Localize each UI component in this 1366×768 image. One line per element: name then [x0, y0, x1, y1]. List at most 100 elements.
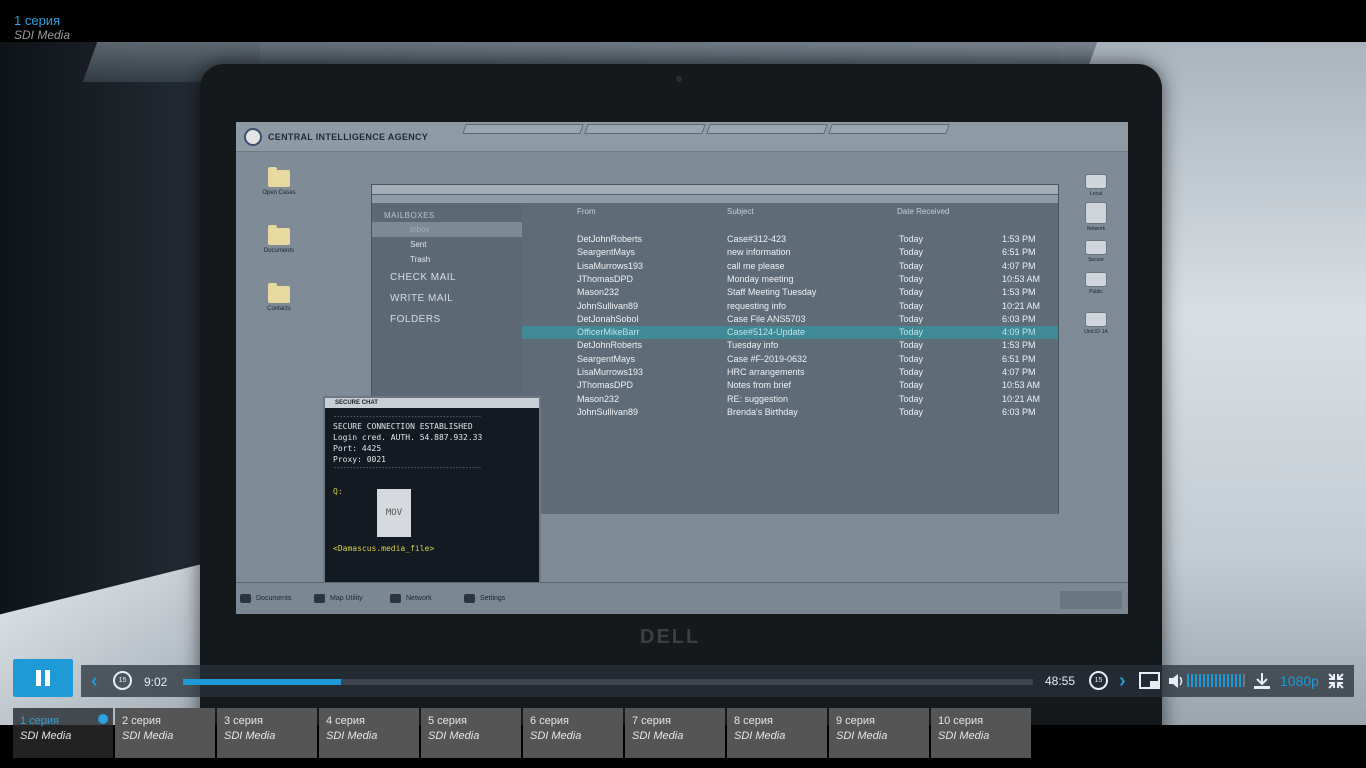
download-icon[interactable] — [1253, 672, 1271, 690]
volume-segment — [1223, 674, 1225, 687]
progress-bar[interactable] — [183, 679, 1033, 685]
volume-icon[interactable] — [1168, 673, 1184, 689]
folders: FOLDERS — [390, 314, 441, 325]
desktop-icon-contacts: Contacts — [254, 283, 304, 312]
episode-item-studio: SDI Media — [938, 730, 990, 742]
drive-icon — [1085, 240, 1107, 255]
right-icon-secure: Secure — [1078, 240, 1114, 263]
mail-row: JohnSullivan89 requesting info Today 10:21 … — [522, 300, 1058, 313]
volume-segment — [1235, 674, 1237, 687]
episode-item-title: 4 серия — [326, 715, 366, 727]
episode-item-title: 10 серия — [938, 715, 984, 727]
mail-row: Mason232 RE: suggestion Today 10:21 AM — [522, 393, 1058, 406]
mail-row: DetJohnRoberts Case#312-423 Today 1:53 PM — [522, 233, 1058, 246]
pause-button[interactable] — [13, 659, 73, 697]
desktop-icon-label: Contacts — [267, 306, 291, 312]
mail-row: DetJonahSobol Case File ANS5703 Today 6:03 … — [522, 313, 1058, 326]
check-mail: CHECK MAIL — [390, 272, 457, 283]
mail-cell-time: 1:53 PM — [1002, 287, 1036, 298]
mailbox-sent: Sent — [410, 240, 427, 249]
mail-row: JThomasDPD Notes from brief Today 10:53 AM — [522, 379, 1058, 392]
episode-item-title: 1 серия — [20, 715, 60, 727]
folder-icon — [268, 283, 290, 303]
episode-item[interactable]: 10 серия SDI Media — [931, 708, 1031, 758]
episode-item-title: 8 серия — [734, 715, 774, 727]
fullscreen-exit-icon[interactable] — [1328, 673, 1344, 689]
mail-cell-subject: call me please — [727, 260, 785, 271]
column-from: From — [577, 207, 596, 216]
video-frame[interactable]: CENTRAL INTELLIGENCE AGENCY Open Cases D… — [0, 42, 1366, 725]
next-episode-button[interactable]: › — [1119, 670, 1126, 693]
episode-item-studio: SDI Media — [224, 730, 276, 742]
episode-item-studio: SDI Media — [428, 730, 480, 742]
skip-forward-button[interactable]: 15 — [1089, 671, 1108, 690]
mail-list: From Subject Date Received DetJohnRobert… — [522, 203, 1058, 514]
mail-row: LisaMurrows193 HRC arrangements Today 4:07 … — [522, 366, 1058, 379]
chat-line: Login cred. AUTH. 54.887.932.33 — [333, 433, 483, 442]
episode-item[interactable]: 6 серия SDI Media — [523, 708, 623, 758]
quality-selector[interactable]: 1080p — [1280, 673, 1319, 689]
mail-cell-from: OfficerMikeBarr — [577, 327, 640, 338]
mail-cell-subject: Case#312-423 — [727, 234, 787, 244]
volume-segment — [1219, 674, 1221, 687]
mail-row: JThomasDPD Monday meeting Today 10:53 AM — [522, 273, 1058, 286]
mail-cell-subject: Staff Meeting Tuesday — [727, 287, 817, 298]
volume-segment — [1187, 674, 1189, 687]
mailboxes-header: MAILBOXES — [384, 211, 435, 220]
skip-back-button[interactable]: 15 — [113, 671, 132, 690]
chat-title: SECURE CHAT — [325, 398, 539, 408]
now-playing-dot-icon — [98, 714, 108, 724]
folder-icon — [268, 225, 290, 245]
previous-episode-button[interactable]: ‹ — [91, 670, 98, 693]
os-top-bar: CENTRAL INTELLIGENCE AGENCY — [236, 122, 1128, 152]
agency-seal-icon — [244, 128, 262, 146]
os-tab — [584, 124, 706, 134]
mail-cell-day: Today — [899, 393, 924, 404]
mov-file-icon: MOV — [377, 489, 411, 537]
episode-item[interactable]: 8 серия SDI Media — [727, 708, 827, 758]
laptop-brand-logo: DELL — [640, 626, 701, 648]
taskbar-documents: Documents — [236, 589, 291, 609]
episode-item[interactable]: 4 серия SDI Media — [319, 708, 419, 758]
agency-name: CENTRAL INTELLIGENCE AGENCY — [268, 132, 429, 142]
picture-in-picture-icon[interactable] — [1139, 672, 1161, 690]
mail-cell-from: SeargentMays — [577, 353, 636, 364]
mail-cell-from: LisaMurrows193 — [577, 260, 644, 271]
column-subject: Subject — [727, 207, 754, 216]
episode-item[interactable]: 5 серия SDI Media — [421, 708, 521, 758]
episode-item-studio: SDI Media — [632, 730, 684, 742]
episode-item-title: 6 серия — [530, 715, 570, 727]
mailbox-inbox: Inbox — [372, 222, 522, 237]
right-icon-label: Secure — [1088, 257, 1104, 263]
volume-slider[interactable] — [1187, 674, 1245, 687]
pause-icon — [45, 670, 50, 686]
episode-item[interactable]: 1 серия SDI Media — [13, 708, 113, 758]
right-icon-local: Local — [1078, 174, 1114, 197]
episode-item-studio: SDI Media — [122, 730, 174, 742]
laptop: CENTRAL INTELLIGENCE AGENCY Open Cases D… — [200, 64, 1162, 725]
mail-cell-from: DetJohnRoberts — [577, 340, 643, 351]
chat-line: SECURE CONNECTION ESTABLISHED — [333, 422, 473, 431]
desktop-icon-label: Open Cases — [262, 190, 296, 196]
chat-divider: ----------------------------------------… — [333, 464, 482, 472]
mail-cell-day: Today — [899, 247, 924, 258]
mail-row: SeargentMays new information Today 6:51 PM — [522, 246, 1058, 259]
desktop-icon-open-cases: Open Cases — [254, 167, 304, 196]
desktop-icon-label: Documents — [263, 248, 295, 254]
episode-item[interactable]: 2 серия SDI Media — [115, 708, 215, 758]
right-icon-label: Local — [1090, 191, 1102, 197]
drive-icon — [1085, 174, 1107, 189]
episode-item-studio: SDI Media — [836, 730, 888, 742]
right-icon-network: Network — [1078, 202, 1114, 232]
mail-row: DetJohnRoberts Tuesday info Today 1:53 PM — [522, 339, 1058, 352]
episode-title: 1 серия — [14, 13, 61, 28]
episode-item[interactable]: 9 серия SDI Media — [829, 708, 929, 758]
mail-cell-time: 4:07 PM — [1002, 260, 1036, 271]
episode-item[interactable]: 7 серия SDI Media — [625, 708, 725, 758]
volume-segment — [1215, 674, 1217, 687]
episode-item-title: 9 серия — [836, 715, 876, 727]
episode-item-studio: SDI Media — [326, 730, 378, 742]
episode-header: 1 серия SDI Media — [0, 0, 1366, 42]
episode-item[interactable]: 3 серия SDI Media — [217, 708, 317, 758]
os-tab — [462, 124, 584, 134]
